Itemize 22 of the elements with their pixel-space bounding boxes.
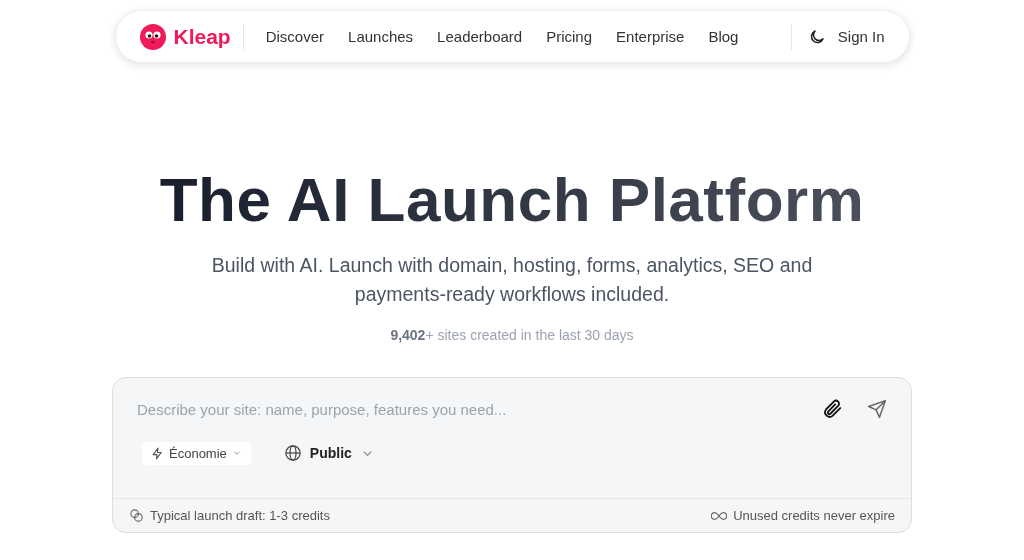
hero-subtitle: Build with AI. Launch with domain, hosting, forms, analytics, SEO and payments-ready workflows included. [210,253,814,307]
mode-dropdown[interactable]: Économie [142,441,251,465]
globe-icon [283,444,302,462]
nav-link[interactable]: Enterprise [616,28,685,45]
nav-link[interactable]: Launches [348,28,414,45]
send-icon[interactable] [867,399,887,419]
nav-link[interactable]: Discover [265,28,325,45]
infinity-icon [711,510,728,521]
nav-link[interactable]: Pricing [546,28,593,45]
credits-note: Typical launch draft: 1-3 credits [150,508,330,523]
logo-icon[interactable] [139,23,166,50]
credits-expiry-note: Unused credits never expire [733,508,895,523]
brand-name[interactable]: Kleap [173,24,231,49]
lightning-icon [151,446,164,460]
coins-icon [129,508,144,523]
sign-in-link[interactable]: Sign In [837,28,885,45]
visibility-dropdown[interactable]: Public [274,440,384,466]
prompt-field[interactable]: Describe your site: name, purpose, features you need... [137,400,797,418]
nav-link[interactable]: Blog [708,28,739,45]
sites-stat: 9,402+ sites created in the last 30 days [390,327,634,343]
paperclip-icon[interactable] [821,398,843,420]
nav-link[interactable]: Leaderboard [437,28,523,45]
